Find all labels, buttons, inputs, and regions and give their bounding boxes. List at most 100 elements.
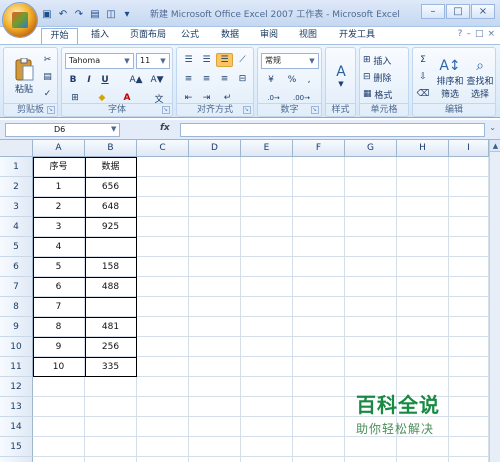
paste-button[interactable]: 粘贴	[10, 53, 38, 99]
cell-f2[interactable]	[293, 177, 345, 197]
cell-h7[interactable]	[397, 277, 449, 297]
insert-function-button[interactable]: fx	[160, 123, 170, 133]
cell-e11[interactable]	[241, 357, 293, 377]
cell-i7[interactable]	[449, 277, 489, 297]
row-header-10[interactable]: 10	[0, 337, 33, 357]
office-button[interactable]	[3, 3, 37, 37]
tab-insert[interactable]: 插入	[87, 28, 113, 43]
cell-f15[interactable]	[293, 437, 345, 457]
cell-h4[interactable]	[397, 217, 449, 237]
close-workbook-icon[interactable]: ×	[487, 29, 495, 39]
tab-developer[interactable]: 开发工具	[333, 28, 381, 43]
cell-b12[interactable]	[85, 377, 137, 397]
cell-h2[interactable]	[397, 177, 449, 197]
cell-b15[interactable]	[85, 437, 137, 457]
cell-c5[interactable]	[137, 237, 189, 257]
align-right-icon[interactable]: ≡	[216, 72, 233, 86]
number-format-select[interactable]: 常规 ▼	[261, 53, 319, 69]
row-header-8[interactable]: 8	[0, 297, 33, 317]
cell-g9[interactable]	[345, 317, 397, 337]
cell-d4[interactable]	[189, 217, 241, 237]
maximize-button[interactable]: □	[446, 4, 470, 19]
cell-e4[interactable]	[241, 217, 293, 237]
undo-icon[interactable]: ↶	[56, 8, 70, 22]
cell-c4[interactable]	[137, 217, 189, 237]
cell-i11[interactable]	[449, 357, 489, 377]
delete-cells-button[interactable]: ⊟ 删除	[362, 70, 408, 84]
preview-icon[interactable]: ◫	[104, 8, 118, 22]
middle-align-icon[interactable]: ☰	[198, 53, 215, 67]
row-header-12[interactable]: 12	[0, 377, 33, 397]
cell-d7[interactable]	[189, 277, 241, 297]
align-left-icon[interactable]: ≡	[180, 72, 197, 86]
tab-formulas[interactable]: 公式	[177, 28, 203, 43]
cell-c14[interactable]	[137, 417, 189, 437]
cell-b14[interactable]	[85, 417, 137, 437]
cell-i2[interactable]	[449, 177, 489, 197]
name-box[interactable]: D6	[5, 123, 120, 137]
cell-i4[interactable]	[449, 217, 489, 237]
merge-center-icon[interactable]: ⊟	[234, 72, 251, 86]
customize-quick-access-icon[interactable]: ▾	[120, 8, 134, 22]
cell-e9[interactable]	[241, 317, 293, 337]
font-name-select[interactable]: Tahoma ▼	[65, 53, 134, 69]
align-center-icon[interactable]: ≡	[198, 72, 215, 86]
cell-c2[interactable]	[137, 177, 189, 197]
cell-c11[interactable]	[137, 357, 189, 377]
cell-d2[interactable]	[189, 177, 241, 197]
cell-c1[interactable]	[137, 157, 189, 177]
vertical-scrollbar[interactable]: ▲	[489, 140, 500, 462]
cell-i9[interactable]	[449, 317, 489, 337]
cell-e1[interactable]	[241, 157, 293, 177]
row-header-16[interactable]: 16	[0, 457, 33, 462]
cell-c10[interactable]	[137, 337, 189, 357]
row-header-5[interactable]: 5	[0, 237, 33, 257]
fill-icon[interactable]: ⇩	[415, 70, 431, 84]
cell-h10[interactable]	[397, 337, 449, 357]
minimize-button[interactable]: –	[421, 4, 445, 19]
orientation-icon[interactable]: ⟋	[234, 53, 251, 67]
cell-e2[interactable]	[241, 177, 293, 197]
cell-f9[interactable]	[293, 317, 345, 337]
expand-formula-bar-icon[interactable]: ⌄	[489, 123, 496, 132]
column-header-g[interactable]: G	[345, 140, 397, 157]
cell-e12[interactable]	[241, 377, 293, 397]
cell-d1[interactable]	[189, 157, 241, 177]
cell-h8[interactable]	[397, 297, 449, 317]
cell-h6[interactable]	[397, 257, 449, 277]
close-button[interactable]: ×	[471, 4, 495, 19]
cell-c6[interactable]	[137, 257, 189, 277]
cell-d11[interactable]	[189, 357, 241, 377]
minimize-ribbon-icon[interactable]: –	[466, 29, 471, 39]
cell-e5[interactable]	[241, 237, 293, 257]
print-icon[interactable]: ▤	[88, 8, 102, 22]
cell-i3[interactable]	[449, 197, 489, 217]
tab-view[interactable]: 视图	[295, 28, 321, 43]
save-icon[interactable]: ▣	[40, 8, 54, 22]
row-header-14[interactable]: 14	[0, 417, 33, 437]
copy-icon[interactable]: ▤	[41, 70, 54, 83]
cell-a16[interactable]	[33, 457, 85, 462]
cell-d10[interactable]	[189, 337, 241, 357]
cell-c8[interactable]	[137, 297, 189, 317]
cell-e3[interactable]	[241, 197, 293, 217]
percent-style-icon[interactable]: %	[285, 73, 299, 87]
cell-f4[interactable]	[293, 217, 345, 237]
column-header-i[interactable]: I	[449, 140, 489, 157]
cell-d15[interactable]	[189, 437, 241, 457]
cell-f1[interactable]	[293, 157, 345, 177]
row-header-6[interactable]: 6	[0, 257, 33, 277]
cell-a14[interactable]	[33, 417, 85, 437]
cell-b16[interactable]	[85, 457, 137, 462]
cell-e15[interactable]	[241, 437, 293, 457]
cell-d12[interactable]	[189, 377, 241, 397]
column-header-a[interactable]: A	[33, 140, 85, 157]
cell-d8[interactable]	[189, 297, 241, 317]
cut-icon[interactable]: ✂	[41, 53, 54, 66]
cell-e13[interactable]	[241, 397, 293, 417]
styles-button[interactable]: A ▼	[329, 53, 353, 99]
insert-cells-button[interactable]: ⊞ 插入	[362, 53, 408, 67]
column-header-b[interactable]: B	[85, 140, 137, 157]
tab-home[interactable]: 开始	[41, 28, 78, 45]
redo-icon[interactable]: ↷	[72, 8, 86, 22]
